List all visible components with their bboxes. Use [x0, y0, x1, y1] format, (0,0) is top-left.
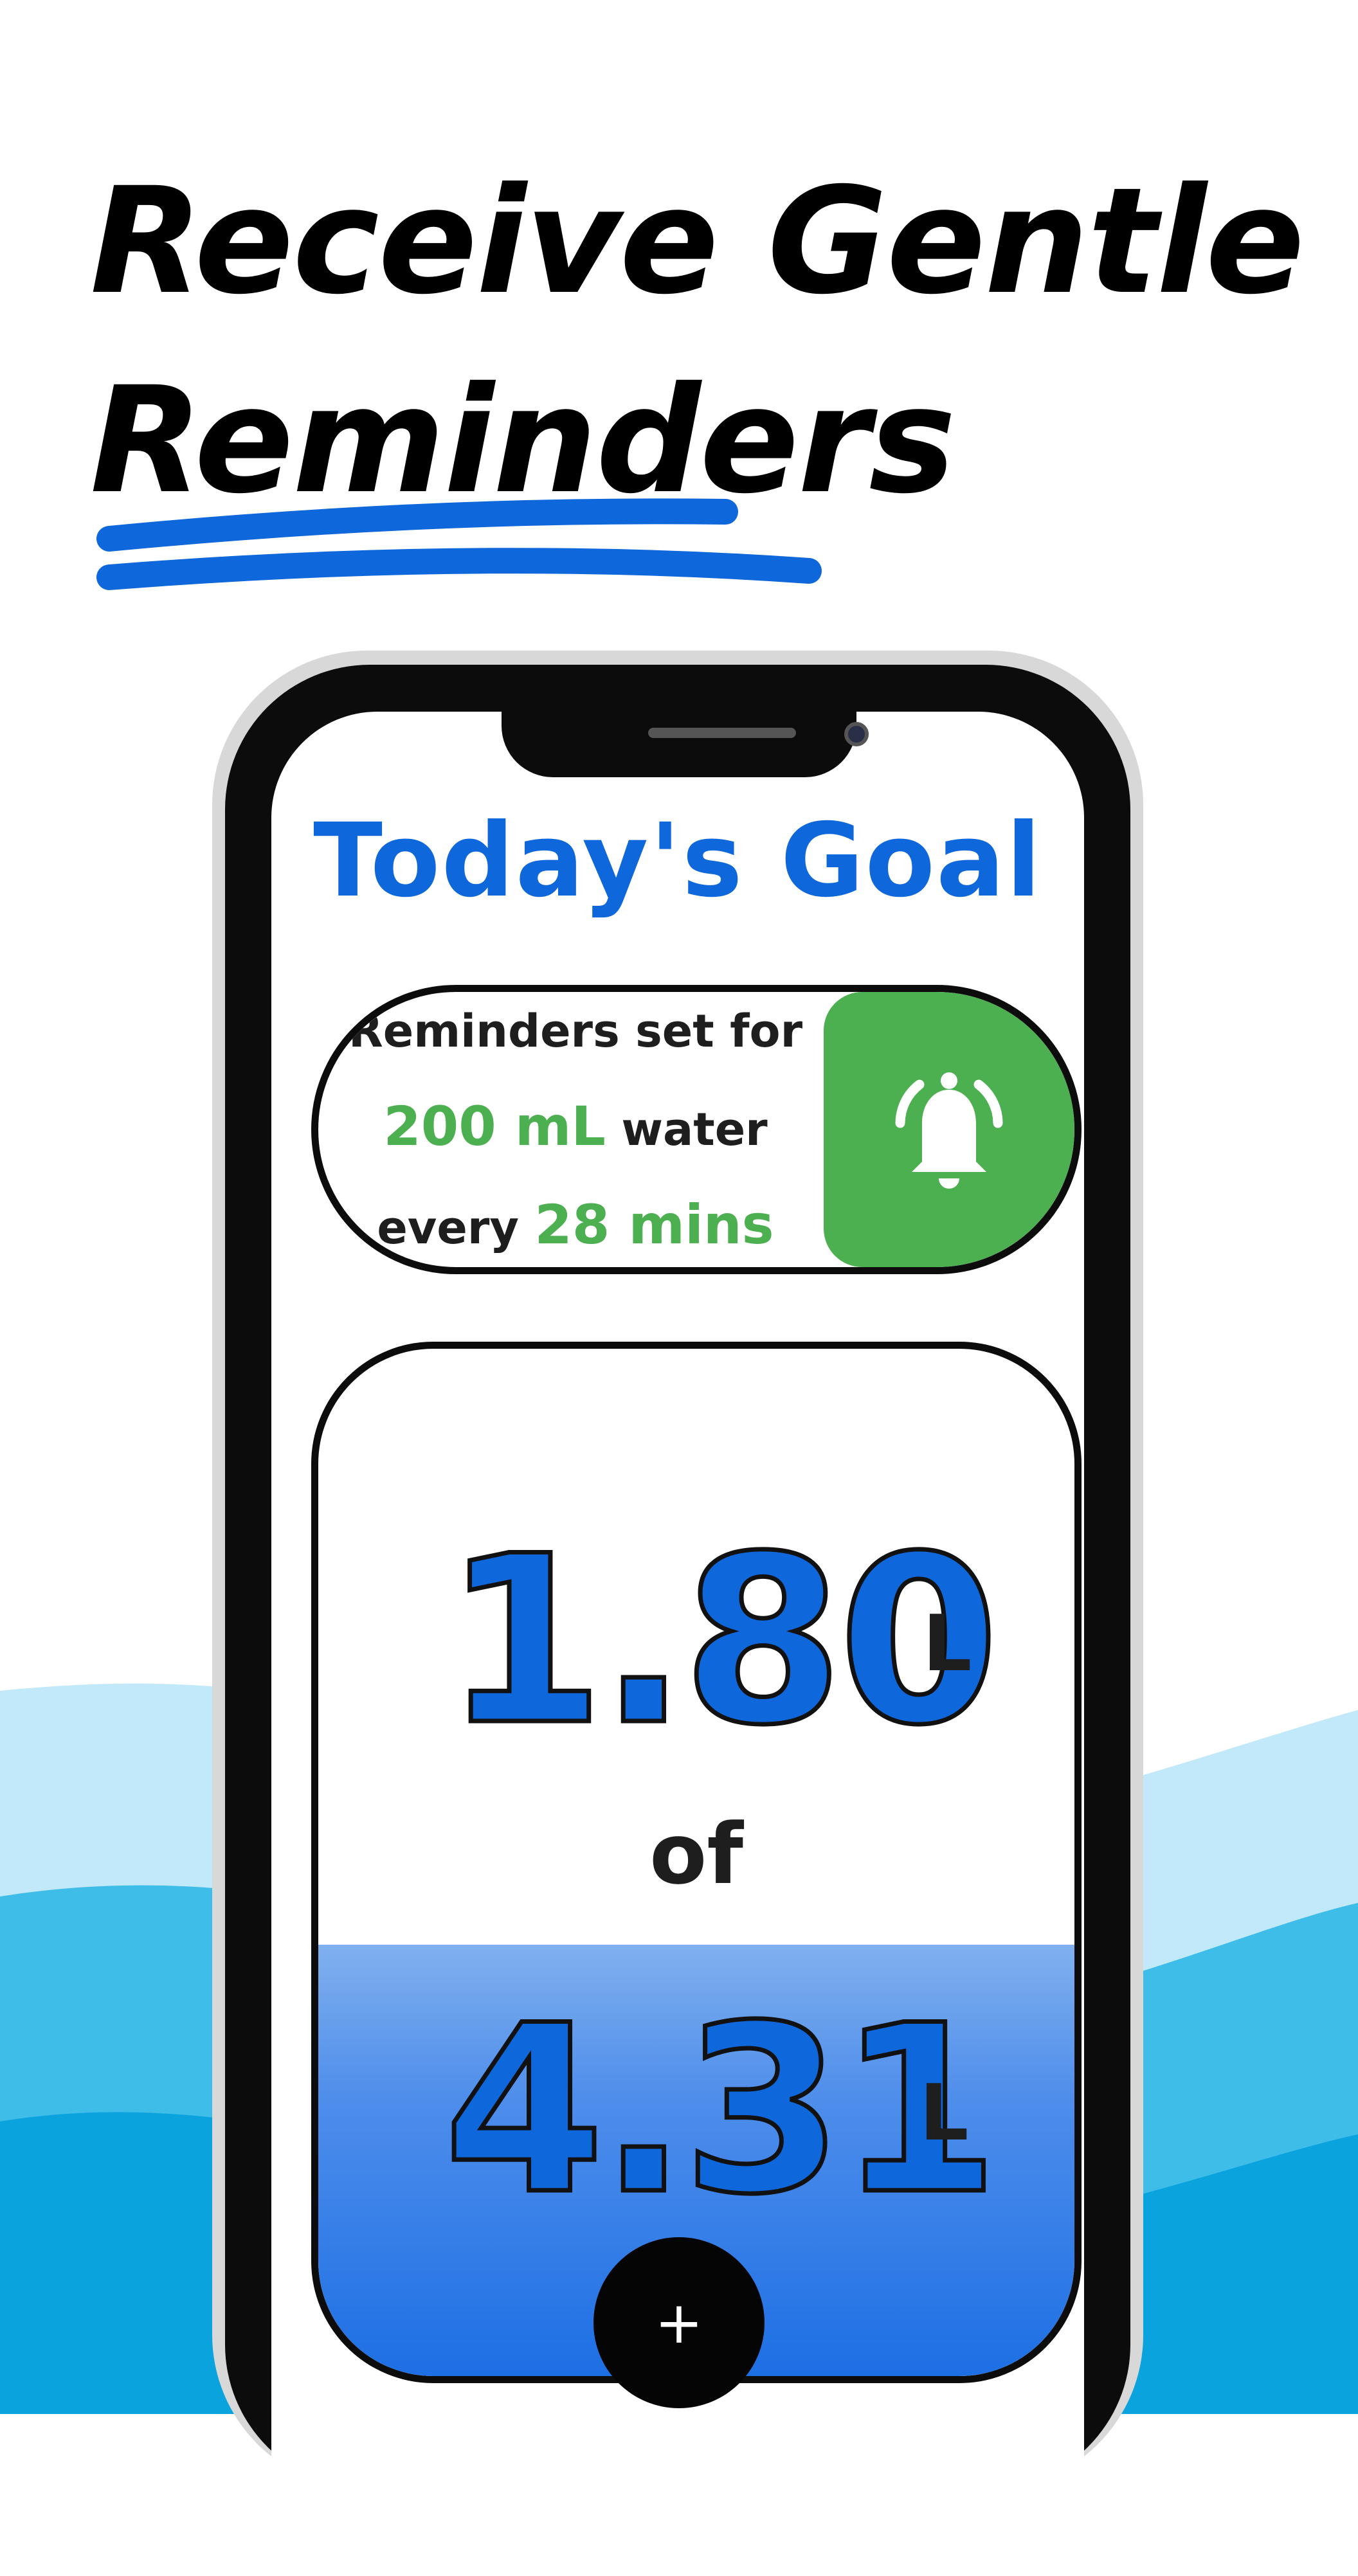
reminder-line-2: 200 mL water — [383, 1079, 767, 1177]
bell-icon — [895, 1072, 1003, 1189]
camera-icon — [844, 722, 869, 746]
reminder-card: Reminders set for 200 mL water every 28 … — [311, 985, 1082, 1274]
current-intake-value: 1.80 — [441, 1506, 1001, 1776]
reminder-amount: 200 mL — [383, 1095, 606, 1158]
reminder-line-1: Reminders set for — [348, 1005, 803, 1058]
reminder-summary: Reminders set for 200 mL water every 28 … — [318, 992, 833, 1267]
phone-speaker — [648, 728, 796, 738]
reminder-interval-prefix: every — [377, 1202, 535, 1254]
reminder-interval: 28 mins — [534, 1193, 774, 1256]
current-intake-unit: L — [923, 1599, 972, 1689]
phone-mockup: Today's Goal Reminders set for 200 mL wa… — [212, 651, 1143, 2576]
headline: Receive Gentle Reminders — [90, 141, 1305, 540]
add-water-button[interactable]: + — [593, 2237, 765, 2408]
goal-unit: L — [919, 2069, 969, 2158]
reminder-amount-suffix: water — [605, 1103, 768, 1156]
headline-line-1: Receive Gentle — [90, 156, 1305, 327]
underline-stroke-decoration — [96, 498, 822, 590]
page-title: Today's Goal — [313, 802, 1042, 920]
reminder-bell-button[interactable] — [824, 992, 1074, 1267]
goal-value: 4.31 — [441, 1976, 1001, 2245]
of-label: of — [649, 1805, 743, 1903]
plus-icon: + — [655, 2289, 703, 2357]
water-progress-card: 1.80 L of 4.31 L — [311, 1342, 1082, 2383]
phone-notch — [502, 712, 869, 777]
reminder-line-3: every 28 mins — [377, 1177, 774, 1267]
phone-body: Today's Goal Reminders set for 200 mL wa… — [225, 665, 1130, 2576]
